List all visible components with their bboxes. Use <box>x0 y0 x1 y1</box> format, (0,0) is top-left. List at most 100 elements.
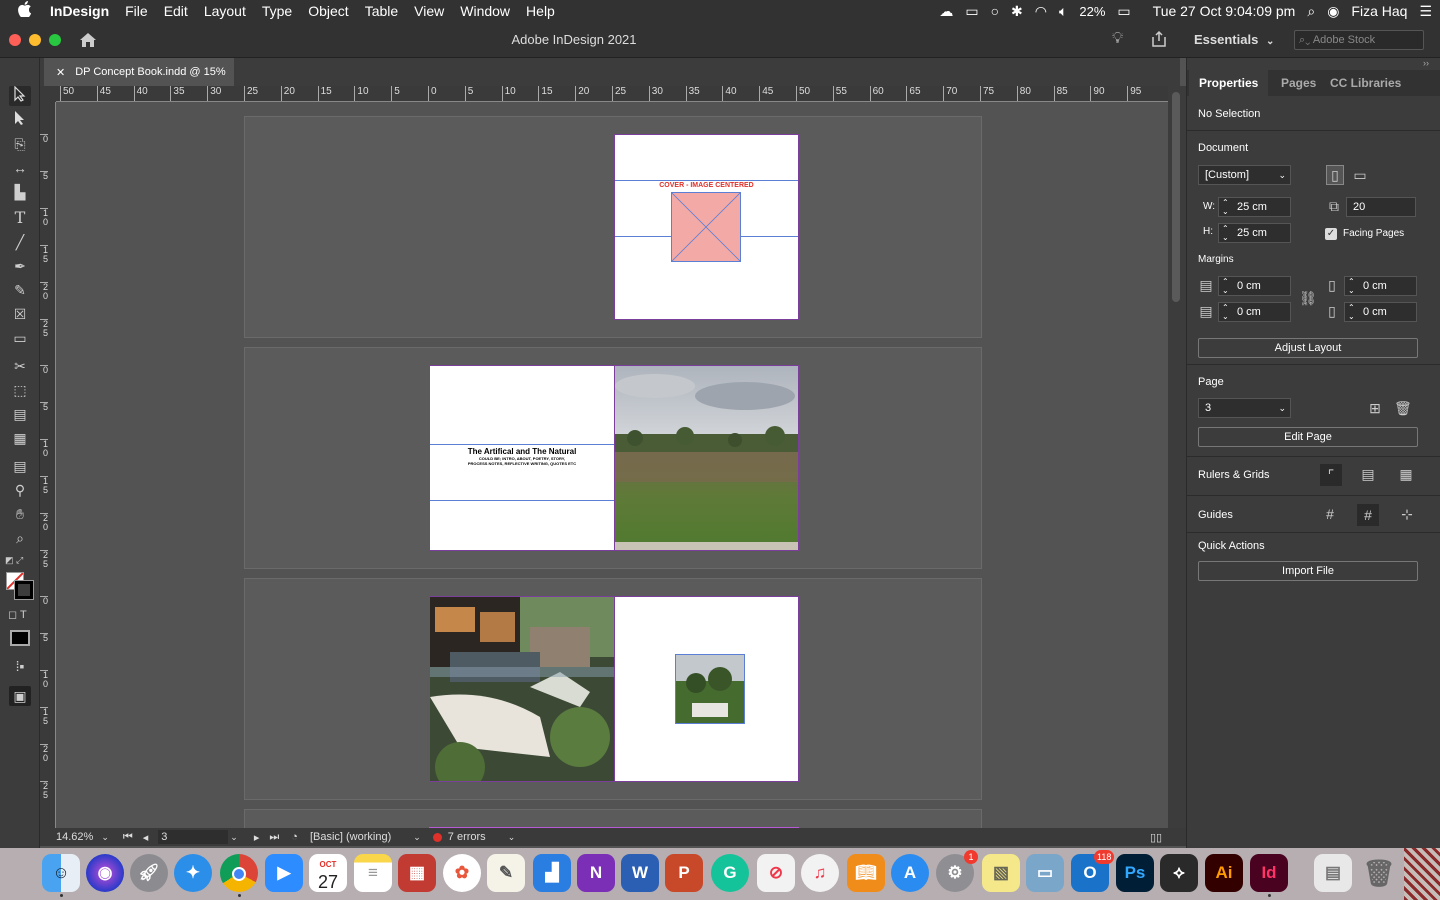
next-page-icon[interactable]: ▸ <box>254 831 260 844</box>
app-store-icon[interactable]: A <box>891 854 929 892</box>
tab-properties[interactable]: Properties <box>1189 70 1269 96</box>
apple-menu-icon[interactable] <box>0 0 42 22</box>
spotlight-search-icon[interactable]: ⌕ <box>1307 3 1315 20</box>
margin-top-stepper-icon[interactable]: ⌃ ⌄ <box>1222 277 1229 295</box>
page-4-left-collage[interactable] <box>429 596 614 782</box>
delete-page-icon[interactable]: 🗑︎ <box>1394 400 1412 417</box>
margin-inside-stepper-icon[interactable]: ⌃ ⌄ <box>1348 277 1355 295</box>
menu-edit[interactable]: Edit <box>156 3 196 19</box>
app-menu[interactable]: InDesign <box>42 3 117 19</box>
share-icon[interactable] <box>1150 30 1168 48</box>
preview-icon[interactable]: ▭ <box>1026 854 1064 892</box>
margin-bottom-field[interactable]: ⌃ ⌄ 0 cm <box>1218 302 1291 322</box>
home-icon[interactable] <box>78 30 98 50</box>
horizontal-ruler[interactable]: 50 45 40 35 30 25 20 15 10 5 0 5 10 15 20 25 30 35 40 45 50 5… <box>56 86 1168 102</box>
menu-object[interactable]: Object <box>300 3 356 19</box>
menu-help[interactable]: Help <box>518 3 563 19</box>
page-number-field[interactable]: 3 <box>158 830 229 844</box>
news-icon[interactable]: ⊘ <box>757 854 795 892</box>
spread-cover[interactable]: COVER - IMAGE CENTERED <box>244 116 982 338</box>
document-preset-select[interactable]: [Custom] ⌄ <box>1198 165 1291 185</box>
rulers-toggle-icon[interactable]: ⌜ <box>1320 464 1342 486</box>
preflight-icon[interactable]: ◔ <box>291 831 298 843</box>
scissors-tool-icon[interactable]: ✂ <box>9 356 31 376</box>
control-center-icon[interactable]: ☰ <box>1419 3 1432 20</box>
eyedropper-tool-icon[interactable]: ⚲ <box>9 480 31 500</box>
word-icon[interactable]: W <box>621 854 659 892</box>
margin-top-field[interactable]: ⌃ ⌄ 0 cm <box>1218 276 1291 296</box>
page-cover[interactable]: COVER - IMAGE CENTERED <box>614 134 799 320</box>
zoom-window-button[interactable] <box>49 34 61 46</box>
margin-bottom-stepper-icon[interactable]: ⌃ ⌄ <box>1222 303 1229 321</box>
keynote-icon[interactable]: ▟ <box>533 854 571 892</box>
page-dropdown-chevron-icon[interactable]: ⌄ <box>230 832 238 843</box>
lightbulb-icon[interactable]: 💡︎ <box>1112 30 1123 48</box>
close-tab-icon[interactable]: ✕ <box>56 66 65 79</box>
downloads-stack-icon[interactable]: ▤ <box>1314 854 1352 892</box>
preflight-profile[interactable]: [Basic] (working) <box>310 831 391 843</box>
landscape-orientation-icon[interactable]: ▭ <box>1351 165 1369 185</box>
menu-type[interactable]: Type <box>254 3 300 19</box>
hand-tool-icon[interactable]: ✋︎ <box>9 504 31 524</box>
vertical-ruler[interactable]: 0 5 10 15 20 25 0 5 10 15 20 25 0 5 10 15 20 25 <box>40 102 56 828</box>
last-page-icon[interactable]: ⏭︎ <box>269 831 279 844</box>
default-fill-stroke-icon[interactable]: ◩ ⤢ <box>5 555 23 566</box>
music-icon[interactable]: ♫ <box>801 854 839 892</box>
ruler-origin[interactable] <box>40 86 56 102</box>
tab-pages[interactable]: Pages <box>1281 70 1316 96</box>
first-page-icon[interactable]: ⏮︎ <box>123 831 133 844</box>
spread-2[interactable]: The Artifical and The Natural COULD BE; … <box>244 347 982 569</box>
apply-color-icon[interactable] <box>10 630 30 646</box>
direct-selection-tool-icon[interactable] <box>9 110 31 130</box>
baseline-grid-icon[interactable]: ▤ <box>1358 466 1378 483</box>
workspace-switcher[interactable]: Essentials ⌄ <box>1194 32 1274 47</box>
page-3-right-landscape-photo[interactable] <box>614 365 799 551</box>
zoom-dropdown-chevron-icon[interactable]: ⌄ <box>101 832 109 843</box>
panel-collapse-icon[interactable]: ›› <box>1423 58 1429 68</box>
grammarly-icon[interactable]: G <box>711 854 749 892</box>
zoom-level[interactable]: 14.62% <box>56 831 93 843</box>
zoom-tool-icon[interactable]: ⌕ <box>9 528 31 548</box>
photo-booth-icon[interactable]: ▦ <box>398 854 436 892</box>
lock-guides-icon[interactable]: # <box>1357 504 1379 526</box>
minimize-window-button[interactable] <box>29 34 41 46</box>
spread-subtitle-line2[interactable]: PROCESS NOTES, REFLECTIVE WRITING, QUOTE… <box>430 461 614 466</box>
cover-heading[interactable]: COVER - IMAGE CENTERED <box>615 182 798 189</box>
battery-icon[interactable]: ▭ <box>1117 3 1130 20</box>
clock[interactable]: Tue 27 Oct 9:04:09 pm <box>1153 3 1296 19</box>
powerpoint-icon[interactable]: P <box>665 854 703 892</box>
spread-3[interactable] <box>244 578 982 800</box>
pen-tool-icon[interactable]: ✒ <box>9 256 31 276</box>
type-tool-icon[interactable]: T <box>9 208 31 228</box>
import-file-button[interactable]: Import File <box>1198 561 1418 581</box>
scrollbar-thumb[interactable] <box>1172 92 1180 302</box>
wifi-icon[interactable]: ◠ <box>1035 3 1047 20</box>
content-collector-icon[interactable]: ▙ <box>9 182 31 202</box>
pencil-tool-icon[interactable]: ✎ <box>9 280 31 300</box>
menu-view[interactable]: View <box>406 3 452 19</box>
stroke-swatch[interactable] <box>14 580 34 600</box>
menu-window[interactable]: Window <box>452 3 518 19</box>
gradient-swatch-tool-icon[interactable]: ▤ <box>9 404 31 424</box>
bluetooth-icon[interactable]: ✱ <box>1011 3 1023 20</box>
gradient-feather-tool-icon[interactable]: ▦ <box>9 428 31 448</box>
small-tree-photo[interactable] <box>675 654 745 724</box>
document-canvas[interactable]: COVER - IMAGE CENTERED The Artifical and… <box>56 102 1168 828</box>
photoshop-icon[interactable]: Ps <box>1116 854 1154 892</box>
volume-icon[interactable]: 🔈︎ <box>1059 3 1067 20</box>
margin-inside-field[interactable]: ⌃ ⌄ 0 cm <box>1344 276 1417 296</box>
pages-count-field[interactable]: 20 <box>1346 197 1416 217</box>
fill-stroke-swatch[interactable] <box>6 572 34 600</box>
selection-tool-icon[interactable] <box>9 85 31 106</box>
margin-outside-field[interactable]: ⌃ ⌄ 0 cm <box>1344 302 1417 322</box>
width-stepper-icon[interactable]: ⌃ ⌄ <box>1222 198 1229 216</box>
previous-page-icon[interactable]: ◂ <box>143 831 149 844</box>
screen-mode-normal-icon[interactable]: ▣ <box>9 686 31 706</box>
close-window-button[interactable] <box>9 34 21 46</box>
adobe-stock-search[interactable]: ⌕⌄ Adobe Stock <box>1294 30 1424 50</box>
formatting-container-icon[interactable]: ◻ T <box>8 608 27 621</box>
indesign-icon[interactable]: Id <box>1250 854 1288 892</box>
page-2-left[interactable]: The Artifical and The Natural COULD BE; … <box>429 365 614 551</box>
panel-toggle-icon[interactable]: ▯▯ <box>1150 831 1162 844</box>
spread-title[interactable]: The Artifical and The Natural <box>430 447 614 456</box>
